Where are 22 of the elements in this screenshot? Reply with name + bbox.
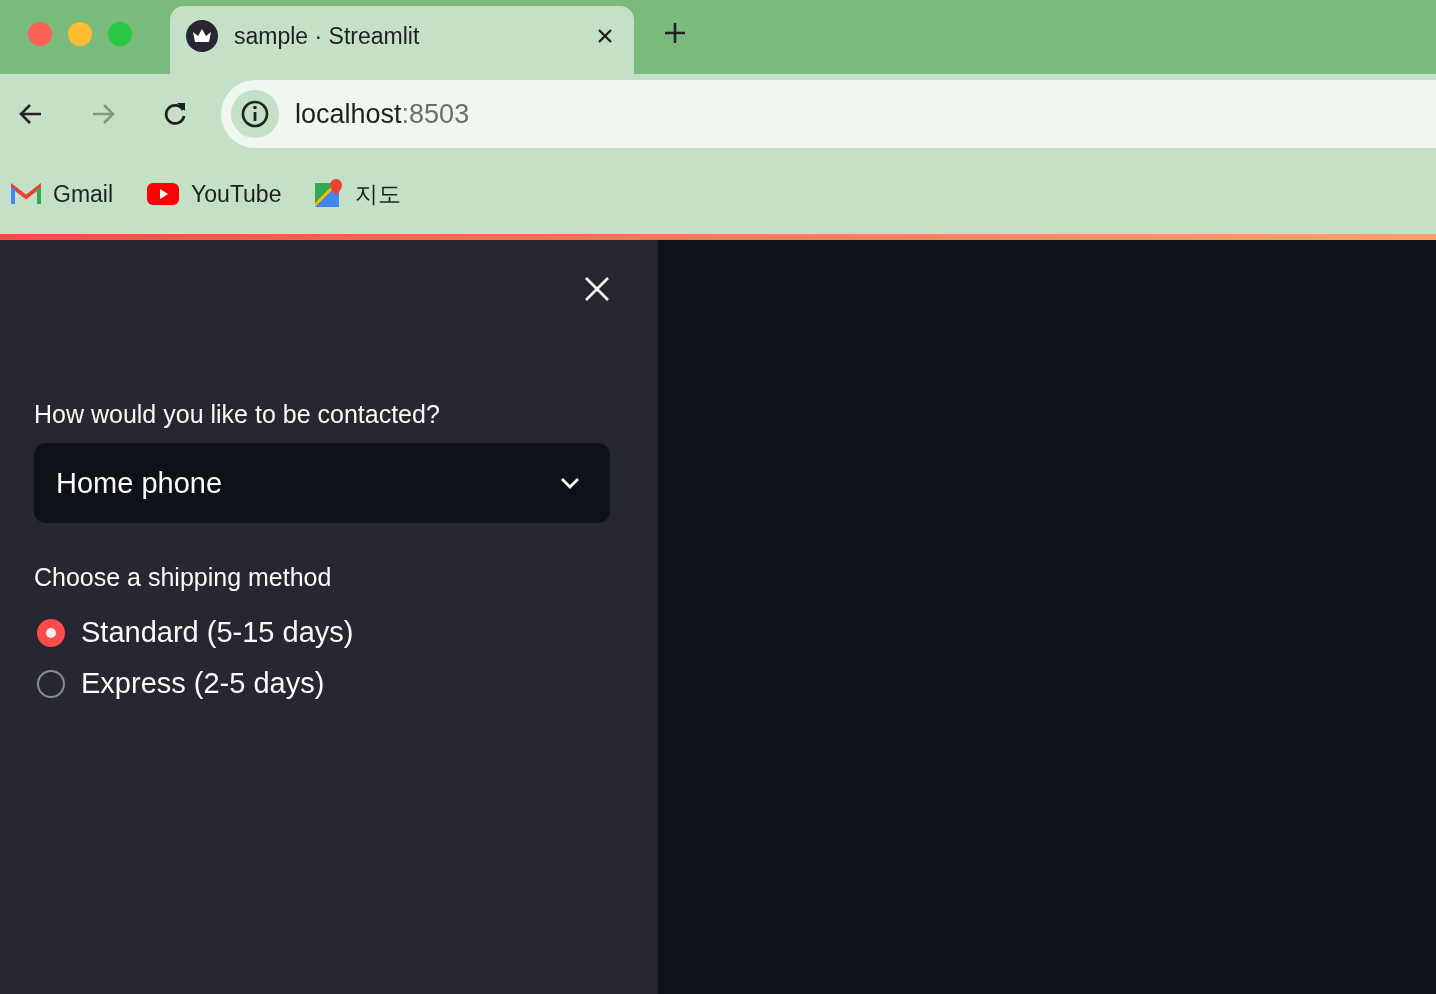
- map-icon[interactable]: [315, 179, 344, 209]
- radio-button[interactable]: [37, 618, 65, 647]
- new-tab-icon[interactable]: [664, 22, 686, 44]
- address-bar[interactable]: localhost:8503: [221, 80, 1436, 148]
- crown-icon: [186, 20, 218, 52]
- contact-select[interactable]: Home phone: [34, 443, 610, 523]
- radio-group-label: Choose a shipping method: [34, 563, 332, 592]
- close-icon[interactable]: [596, 27, 614, 45]
- url-port: :8503: [401, 98, 470, 130]
- select-label: How would you like to be contacted?: [34, 400, 440, 429]
- play-icon[interactable]: [147, 183, 180, 205]
- browser-tab[interactable]: sample · Streamlit: [170, 6, 634, 74]
- radio-option-label[interactable]: Standard (5-15 days): [81, 616, 354, 649]
- bookmark-link[interactable]: Gmail: [53, 180, 114, 208]
- mail-icon[interactable]: [11, 183, 41, 205]
- radio-option-label[interactable]: Express (2-5 days): [81, 667, 325, 700]
- bookmark-link[interactable]: YouTube: [191, 180, 282, 208]
- radio-button[interactable]: [37, 669, 65, 698]
- bookmark-link[interactable]: 지도: [355, 178, 402, 210]
- chevron-down-icon: [560, 477, 580, 489]
- url-host: localhost: [295, 98, 402, 130]
- info-icon[interactable]: [231, 90, 279, 138]
